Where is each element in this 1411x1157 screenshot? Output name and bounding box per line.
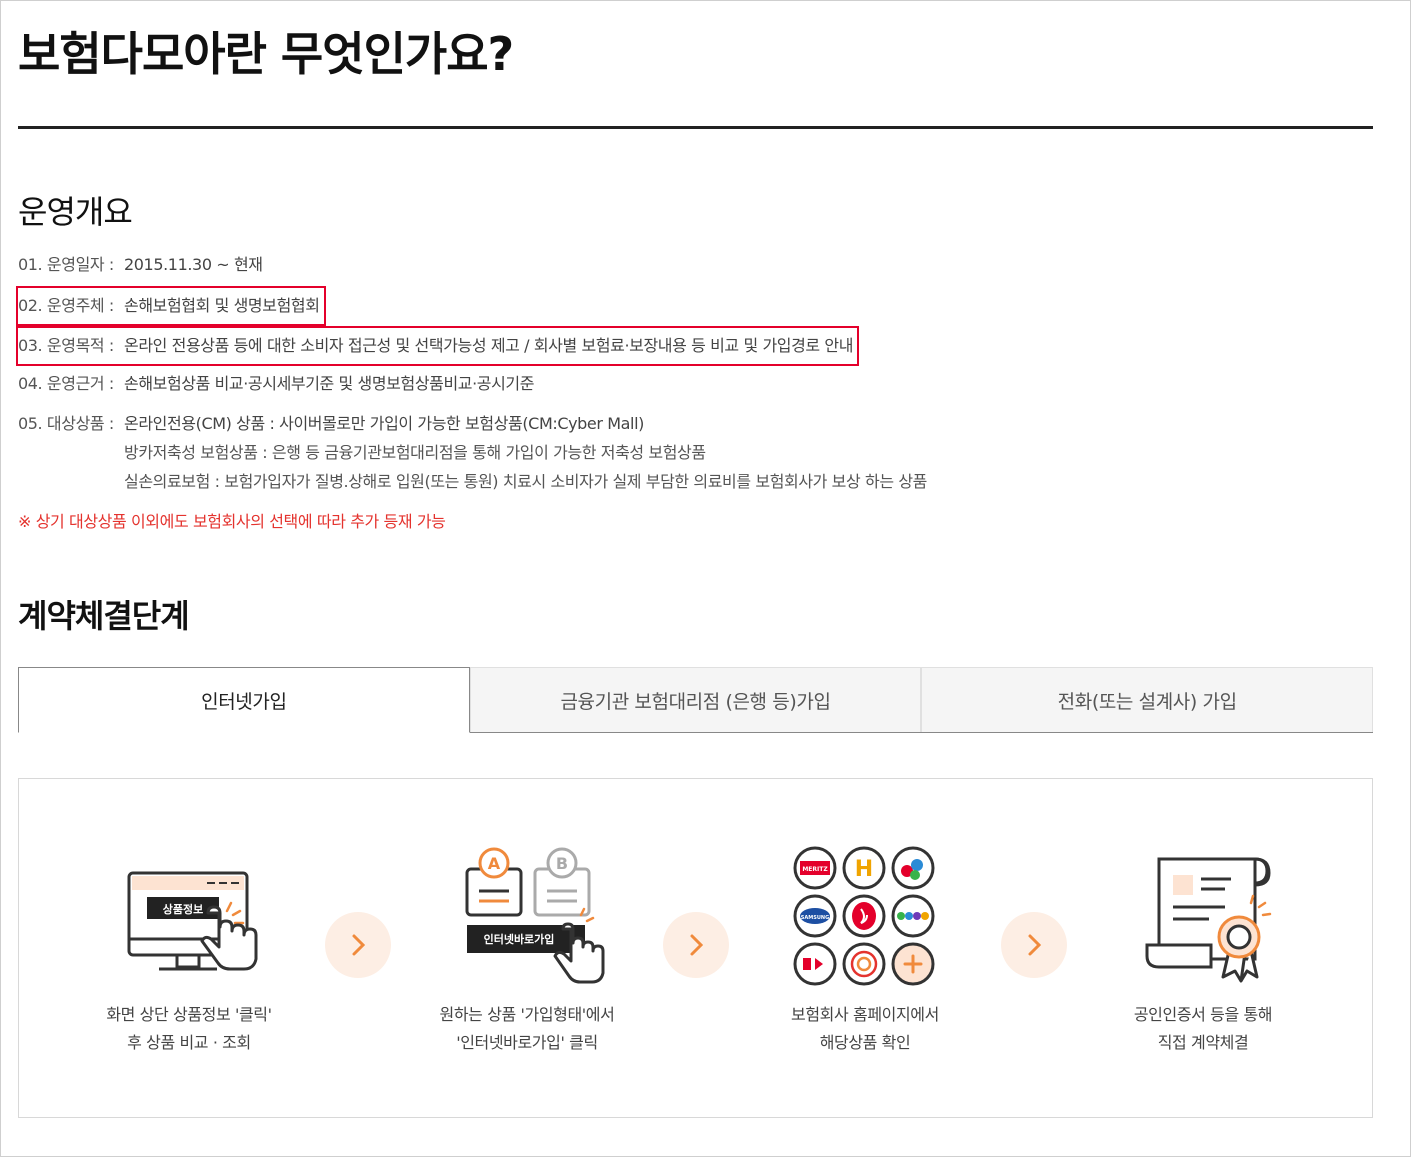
step-1-caption: 화면 상단 상품정보 '클릭' 후 상품 비교 · 조회 (39, 1001, 339, 1057)
overview-row-purpose: 03. 운영목적 : 온라인 전용상품 등에 대한 소비자 접근성 및 선택가능성… (16, 326, 860, 366)
insurer-logos-icon: MERITZ H SAMSUNG (793, 846, 935, 986)
svg-text:A: A (488, 854, 501, 873)
overview-row-date: 01. 운영일자 : 2015.11.30 ~ 현재 (18, 255, 263, 275)
join-method-tabs: 인터넷가입 금융기관 보험대리점 (은행 등)가입 전화(또는 설계사) 가입 (18, 667, 1374, 733)
svg-text:B: B (556, 854, 568, 873)
chevron-right-icon (1028, 934, 1042, 956)
caption-line: 화면 상단 상품정보 '클릭' (106, 1005, 272, 1024)
overview-note: ※ 상기 대상상품 이외에도 보험회사의 선택에 따라 추가 등재 가능 (18, 512, 446, 531)
caption-line: 원하는 상품 '가입형태'에서 (439, 1005, 615, 1024)
overview-heading: 운영개요 (18, 193, 133, 231)
tab-phone-agent[interactable]: 전화(또는 설계사) 가입 (921, 667, 1374, 732)
certificate-icon (1145, 857, 1272, 983)
chevron-right-icon (352, 934, 366, 956)
row-value: 온라인 전용상품 등에 대한 소비자 접근성 및 선택가능성 제고 / 회사별 … (124, 336, 854, 355)
caption-line: '인터넷바로가입' 클릭 (456, 1033, 598, 1052)
row-label: 05. 대상상품 : (18, 414, 114, 433)
title-divider (18, 126, 1373, 129)
tab-bank-agency[interactable]: 금융기관 보험대리점 (은행 등)가입 (469, 667, 922, 732)
meritz-logo-text: MERITZ (802, 866, 828, 873)
row-value: 손해보험협회 및 생명보험협회 (124, 296, 320, 315)
steps-panel: 상품정보 화면 상단 상품정보 '클릭' 후 상품 비교 · 조회 A B 인터… (18, 778, 1373, 1118)
caption-line: 후 상품 비교 · 조회 (127, 1033, 251, 1052)
svg-text:H: H (855, 857, 873, 882)
tab-internet[interactable]: 인터넷가입 (18, 667, 470, 733)
monitor-click-icon: 상품정보 (127, 871, 258, 971)
product-medical: 실손의료보험 : 보험가입자가 질병.상해로 입원(또는 통원) 치료시 소비자… (124, 472, 927, 491)
step-3-caption: 보험회사 홈페이지에서 해당상품 확인 (715, 1001, 1015, 1057)
step-arrow-3 (1001, 912, 1067, 978)
row-value: 손해보험상품 비교·공시세부기준 및 생명보험상품비교·공시기준 (124, 374, 535, 393)
row-value: 2015.11.30 ~ 현재 (124, 255, 263, 274)
steps-heading: 계약체결단계 (18, 597, 190, 635)
product-bancassurance: 방카저축성 보험상품 : 은행 등 금융기관보험대리점을 통해 가입이 가능한 … (124, 443, 706, 462)
caption-line: 보험회사 홈페이지에서 (791, 1005, 939, 1024)
row-label: 01. 운영일자 : (18, 255, 114, 274)
page-title: 보험다모아란 무엇인가요? (18, 27, 514, 81)
plan-badge-text: 인터넷바로가입 (484, 932, 555, 946)
overview-row-operator: 02. 운영주체 : 손해보험협회 및 생명보험협회 (16, 286, 326, 326)
chevron-right-icon (690, 934, 704, 956)
step-4-caption: 공인인증서 등을 통해 직접 계약체결 (1053, 1001, 1353, 1057)
step-2-caption: 원하는 상품 '가입형태'에서 '인터넷바로가입' 클릭 (377, 1001, 677, 1057)
step-arrow-1 (325, 912, 391, 978)
row-label: 03. 운영목적 : (18, 336, 114, 355)
plan-select-icon: A B 인터넷바로가입 (465, 847, 605, 984)
row-value: 온라인전용(CM) 상품 : 사이버몰로만 가입이 가능한 보험상품(CM:Cy… (124, 414, 644, 433)
overview-row-basis: 04. 운영근거 : 손해보험상품 비교·공시세부기준 및 생명보험상품비교·공시… (18, 374, 534, 394)
row-label: 04. 운영근거 : (18, 374, 114, 393)
monitor-badge-text: 상품정보 (163, 902, 203, 916)
caption-line: 직접 계약체결 (1157, 1033, 1249, 1052)
caption-line: 공인인증서 등을 통해 (1133, 1005, 1273, 1024)
row-label: 02. 운영주체 : (18, 296, 114, 315)
samsung-logo-text: SAMSUNG (801, 915, 829, 921)
overview-row-products: 05. 대상상품 : 온라인전용(CM) 상품 : 사이버몰로만 가입이 가능한 … (18, 414, 644, 434)
caption-line: 해당상품 확인 (819, 1033, 911, 1052)
step-arrow-2 (663, 912, 729, 978)
